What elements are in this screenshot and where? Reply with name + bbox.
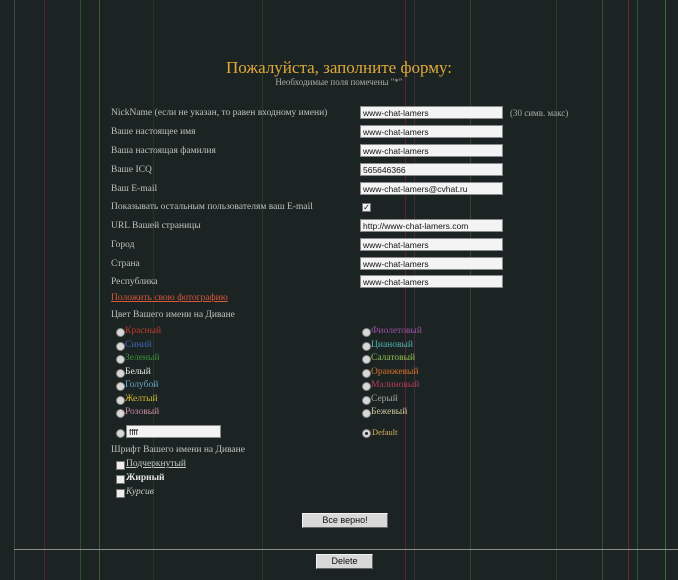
color-label-right-1: Циановый — [371, 339, 413, 350]
underline-label: Подчеркнутый — [126, 459, 186, 469]
icq-label: Ваше ICQ — [111, 165, 152, 175]
nickname-label: NickName (если не указан, то равен входн… — [111, 108, 328, 118]
color-radio-right-2[interactable] — [362, 355, 371, 364]
color-label-right-2: Салатовый — [371, 353, 416, 363]
color-radio-left-5[interactable] — [116, 395, 125, 405]
color-section-title: Цвет Вашего имени на Диване — [111, 310, 235, 320]
first-name-field[interactable] — [360, 125, 503, 138]
page-title: Пожалуйста, заполните форму: — [226, 58, 452, 77]
color-label-right-3: Оранжевый — [371, 366, 419, 377]
url-field[interactable] — [360, 219, 503, 232]
italic-label: Курсив — [126, 487, 154, 497]
color-radio-left-2[interactable] — [116, 355, 125, 364]
last-name-label: Ваша настоящая фамилия — [111, 146, 216, 156]
scan-line — [556, 0, 557, 580]
bold-label: Жирный — [126, 473, 165, 483]
divider — [14, 549, 678, 550]
color-radio-default[interactable] — [362, 429, 371, 438]
color-label-default: Default — [372, 427, 398, 437]
scan-line — [470, 0, 471, 580]
nickname-field[interactable] — [360, 106, 503, 119]
scan-line — [262, 0, 263, 580]
color-radio-custom[interactable] — [116, 429, 125, 438]
color-label-right-5: Серый — [371, 393, 398, 404]
scan-line — [665, 0, 666, 580]
color-radio-right-5[interactable] — [362, 395, 371, 405]
color-radio-right-4[interactable] — [362, 382, 371, 391]
underline-checkbox[interactable] — [116, 461, 125, 470]
scan-line — [628, 0, 629, 580]
show-email-label: Показывать остальным пользователям ваш E… — [111, 202, 313, 212]
color-label-left-3: Белый — [125, 366, 151, 377]
email-label: Ваш E-mail — [111, 184, 158, 194]
upload-photo-link[interactable]: Положить свою фотографию — [111, 293, 228, 303]
scan-line — [44, 0, 45, 580]
color-radio-left-1[interactable] — [116, 341, 125, 351]
bold-checkbox[interactable] — [116, 475, 125, 484]
icq-field[interactable] — [360, 163, 503, 176]
color-radio-left-3[interactable] — [116, 368, 125, 378]
nickname-hint: (30 симв. макс) — [510, 108, 569, 118]
color-radio-left-4[interactable] — [116, 382, 125, 391]
city-field[interactable] — [360, 238, 503, 251]
color-radio-left-6[interactable] — [116, 409, 125, 418]
scan-line — [637, 0, 638, 580]
country-field[interactable] — [360, 257, 503, 270]
scan-line — [99, 0, 100, 580]
color-radio-right-3[interactable] — [362, 368, 371, 378]
font-section-title: Шрифт Вашего имени на Диване — [111, 445, 245, 455]
scan-line — [414, 0, 415, 580]
show-email-checkbox[interactable]: ✓ — [362, 203, 371, 212]
required-note: Необходимые поля помечены "*" — [275, 77, 403, 87]
scan-line — [405, 0, 406, 580]
scan-line — [602, 0, 603, 580]
email-field[interactable] — [360, 182, 503, 195]
color-label-left-1: Синий — [125, 339, 152, 350]
submit-button[interactable]: Все верно! — [302, 513, 388, 528]
first-name-label: Ваше настоящее имя — [111, 127, 196, 137]
color-label-left-0: Красный — [125, 326, 162, 336]
color-radio-right-1[interactable] — [362, 341, 371, 351]
color-radio-left-0[interactable] — [116, 328, 125, 337]
color-radio-right-0[interactable] — [362, 328, 371, 337]
color-label-left-6: Розовый — [125, 407, 160, 417]
delete-button[interactable]: Delete — [316, 554, 373, 569]
city-label: Город — [111, 240, 135, 250]
italic-checkbox[interactable] — [116, 489, 125, 498]
color-radio-right-6[interactable] — [362, 409, 371, 418]
country-label: Страна — [111, 259, 140, 269]
scan-line — [14, 0, 15, 580]
custom-color-field[interactable] — [126, 425, 221, 438]
color-label-right-4: Малиновый — [371, 380, 420, 390]
color-label-right-0: Фиолетовый — [371, 326, 422, 336]
url-label: URL Вашей страницы — [111, 221, 201, 231]
last-name-field[interactable] — [360, 144, 503, 157]
republic-field[interactable] — [360, 275, 503, 288]
color-label-right-6: Бежевый — [371, 407, 408, 417]
scan-line — [80, 0, 81, 580]
republic-label: Республика — [111, 277, 158, 287]
color-label-left-4: Голубой — [125, 380, 159, 390]
color-label-left-2: Зеленый — [125, 353, 160, 363]
color-label-left-5: Желтый — [125, 393, 158, 404]
